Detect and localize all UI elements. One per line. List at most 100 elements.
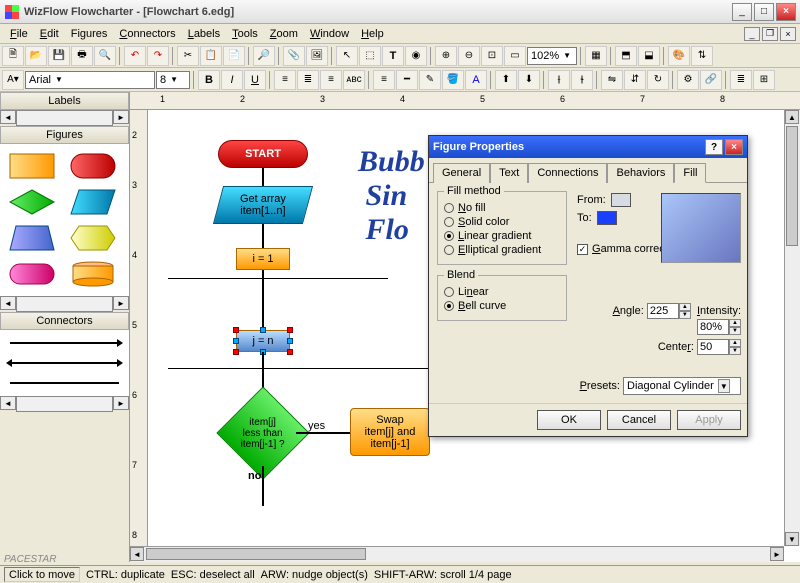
radio-bell[interactable]: Bell curve [444, 300, 560, 312]
menu-help[interactable]: Help [355, 26, 390, 42]
presets-dropdown[interactable]: Diagonal Cylinder▼ [623, 377, 741, 395]
new-icon[interactable]: 🗎 [2, 46, 24, 66]
radio-linear[interactable]: Linear gradient [444, 230, 560, 242]
radio-linear-blend[interactable]: Linear [444, 286, 560, 298]
menu-file[interactable]: File [4, 26, 34, 42]
zoom-combo[interactable]: 102%▼ [527, 47, 577, 65]
group-icon[interactable]: ⬒ [615, 46, 637, 66]
mdi-close-button[interactable]: × [780, 27, 796, 41]
line-color-icon[interactable]: ✎ [419, 70, 441, 90]
undo-icon[interactable]: ↶ [124, 46, 146, 66]
rotate-icon[interactable]: ↻ [647, 70, 669, 90]
shape-props-icon[interactable]: ⚙ [677, 70, 699, 90]
redo-icon[interactable]: ↷ [147, 46, 169, 66]
tab-connections[interactable]: Connections [528, 163, 607, 183]
align-right-icon[interactable]: ≡ [320, 70, 342, 90]
dialog-titlebar[interactable]: Figure Properties ? × [429, 136, 747, 158]
palette-rect[interactable] [8, 152, 56, 180]
menu-figures[interactable]: Figures [65, 26, 114, 42]
font-size-combo[interactable]: 8▼ [156, 71, 190, 89]
node-icon[interactable]: ◉ [405, 46, 427, 66]
dialog-close-button[interactable]: × [725, 139, 743, 155]
palette-diamond[interactable] [8, 188, 56, 216]
save-icon[interactable]: 💾 [48, 46, 70, 66]
menu-tools[interactable]: Tools [226, 26, 264, 42]
menu-window[interactable]: Window [304, 26, 355, 42]
fill-color-icon[interactable]: 🪣 [442, 70, 464, 90]
preview-icon[interactable]: 🔍 [94, 46, 116, 66]
tab-general[interactable]: General [433, 163, 490, 183]
process-i-shape[interactable]: i = 1 [236, 248, 290, 270]
flip-h-icon[interactable]: ⇋ [601, 70, 623, 90]
from-color-swatch[interactable] [611, 193, 631, 207]
style-icon[interactable]: 🎨 [668, 46, 690, 66]
radio-solid[interactable]: Solid color [444, 216, 560, 228]
palette-capsule[interactable] [8, 260, 56, 288]
text-color-icon[interactable]: A [465, 70, 487, 90]
tab-behaviors[interactable]: Behaviors [607, 163, 674, 183]
cut-icon[interactable]: ✂ [177, 46, 199, 66]
radio-elliptical[interactable]: Elliptical gradient [444, 244, 560, 256]
line-style-icon[interactable]: ≡ [373, 70, 395, 90]
palette-trapezoid[interactable] [8, 224, 56, 252]
zoom-out-icon[interactable]: ⊖ [458, 46, 480, 66]
ok-button[interactable]: OK [537, 410, 601, 430]
zoom-in-icon[interactable]: ⊕ [435, 46, 457, 66]
zoom-page-icon[interactable]: ▭ [504, 46, 526, 66]
close-button[interactable]: × [776, 3, 796, 21]
find-icon[interactable]: 🔎 [253, 46, 275, 66]
apply-button[interactable]: Apply [677, 410, 741, 430]
tab-text[interactable]: Text [490, 163, 528, 183]
scroll-left-icon[interactable]: ◄ [0, 110, 16, 124]
palette-double-arrow[interactable] [10, 362, 119, 364]
bold-icon[interactable]: B [198, 70, 220, 90]
back-icon[interactable]: ⬇ [518, 70, 540, 90]
menu-zoom[interactable]: Zoom [264, 26, 304, 42]
font-combo[interactable]: Arial▼ [25, 71, 155, 89]
open-icon[interactable]: 📂 [25, 46, 47, 66]
start-shape[interactable]: START [218, 140, 308, 168]
attach-icon[interactable]: 📎 [283, 46, 305, 66]
underline-icon[interactable]: U [244, 70, 266, 90]
angle-field[interactable]: ▲▼ [647, 303, 691, 319]
palette-parallelogram[interactable] [69, 188, 117, 216]
cancel-button[interactable]: Cancel [607, 410, 671, 430]
intensity-field[interactable]: ▲▼ [697, 319, 741, 335]
grid-icon[interactable]: ▦ [585, 46, 607, 66]
help-button[interactable]: ? [705, 139, 723, 155]
scroll-left-icon[interactable]: ◄ [0, 296, 16, 310]
layer-icon[interactable]: ≣ [730, 70, 752, 90]
print-icon[interactable]: 🖶 [71, 46, 93, 66]
flip-v-icon[interactable]: ⇵ [624, 70, 646, 90]
style-dropdown-icon[interactable]: A▾ [2, 70, 24, 90]
menu-connectors[interactable]: Connectors [113, 26, 181, 42]
menu-edit[interactable]: Edit [34, 26, 65, 42]
scroll-right-icon[interactable]: ► [113, 396, 129, 410]
front-icon[interactable]: ⬆ [495, 70, 517, 90]
line-weight-icon[interactable]: ━ [396, 70, 418, 90]
align-center-icon[interactable]: ≣ [297, 70, 319, 90]
mdi-restore-button[interactable]: ❐ [762, 27, 778, 41]
insert-icon[interactable]: ⊞ [753, 70, 775, 90]
palette-cylinder[interactable] [69, 260, 117, 288]
text-icon[interactable]: T [382, 46, 404, 66]
to-color-swatch[interactable] [597, 211, 617, 225]
align-left-icon[interactable]: ≡ [274, 70, 296, 90]
pointer-icon[interactable]: ↖ [336, 46, 358, 66]
menu-labels[interactable]: Labels [182, 26, 226, 42]
scroll-left-icon[interactable]: ◄ [0, 396, 16, 410]
input-shape[interactable]: Get array item[1..n] [213, 186, 313, 224]
maximize-button[interactable]: □ [754, 3, 774, 21]
link-icon[interactable]: 🔗 [700, 70, 722, 90]
palette-roundrect[interactable] [69, 152, 117, 180]
minimize-button[interactable]: _ [732, 3, 752, 21]
ungroup-icon[interactable]: ⬓ [638, 46, 660, 66]
scroll-right-icon[interactable]: ► [113, 296, 129, 310]
tab-fill[interactable]: Fill [674, 163, 706, 183]
copy-icon[interactable]: 📋 [200, 46, 222, 66]
arrange-icon[interactable]: ⇅ [691, 46, 713, 66]
align-h-icon[interactable]: ⫲ [548, 70, 570, 90]
radio-no-fill[interactable]: No fill [444, 202, 560, 214]
smallcaps-icon[interactable]: ᴀʙᴄ [343, 70, 365, 90]
italic-icon[interactable]: I [221, 70, 243, 90]
